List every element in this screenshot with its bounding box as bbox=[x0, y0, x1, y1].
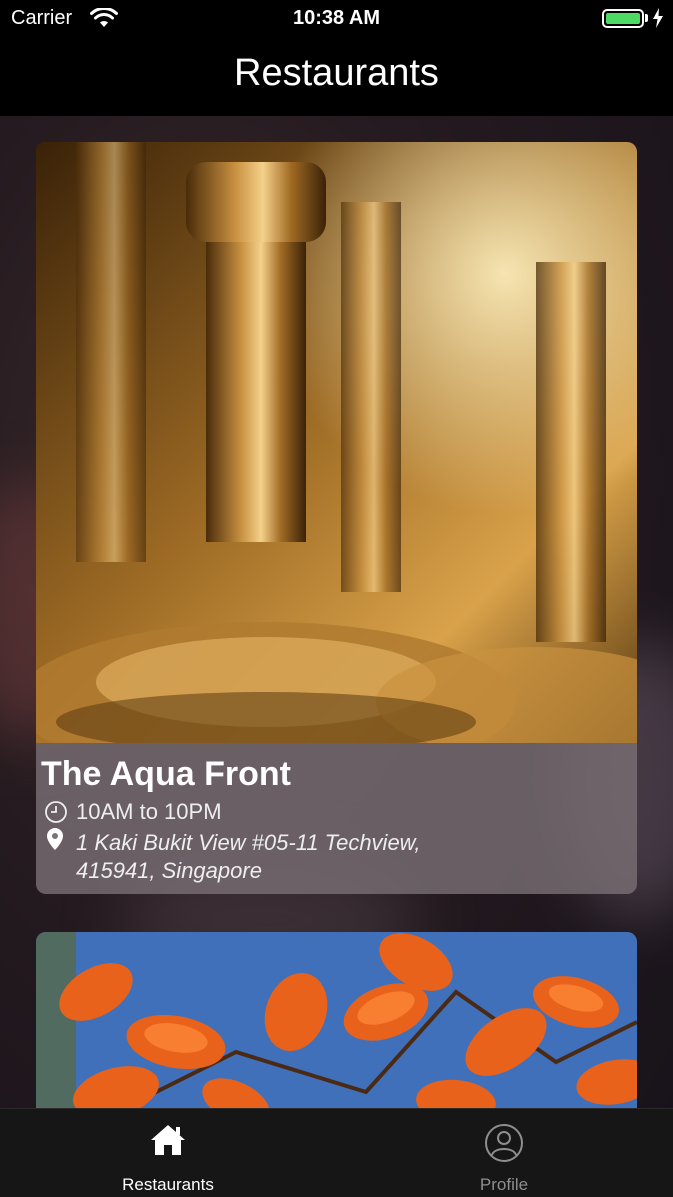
tab-bar: Restaurants Profile bbox=[0, 1108, 673, 1197]
clock-icon bbox=[45, 801, 67, 823]
home-icon bbox=[151, 1125, 185, 1155]
restaurant-card[interactable]: The Aqua Front 10AM to 10PM 1 Kaki Bukit… bbox=[36, 142, 637, 894]
restaurants-screen: Carrier 10:38 AM Restaurants The Aqua Fr… bbox=[0, 0, 673, 1197]
restaurant-photo bbox=[36, 932, 637, 1122]
tab-label: Profile bbox=[479, 1175, 529, 1194]
opening-hours: 10AM to 10PM bbox=[76, 799, 222, 824]
restaurant-photo bbox=[36, 142, 637, 743]
tab-label: Restaurants bbox=[122, 1175, 214, 1194]
restaurant-name: The Aqua Front bbox=[41, 755, 291, 793]
restaurant-card[interactable] bbox=[36, 932, 637, 1122]
tab-profile[interactable]: Profile bbox=[336, 1109, 672, 1197]
battery-icon bbox=[602, 9, 644, 28]
location-pin-icon bbox=[47, 828, 63, 850]
clock-time: 10:38 AM bbox=[292, 7, 381, 29]
restaurant-info-panel: The Aqua Front 10AM to 10PM 1 Kaki Bukit… bbox=[36, 743, 637, 894]
battery-cap bbox=[645, 14, 648, 22]
status-bar: Carrier 10:38 AM bbox=[0, 0, 673, 38]
battery-level-fill bbox=[606, 13, 640, 24]
profile-icon bbox=[485, 1124, 523, 1162]
navigation-bar: Restaurants bbox=[0, 38, 673, 116]
tab-restaurants[interactable]: Restaurants bbox=[0, 1109, 336, 1197]
restaurant-address: 1 Kaki Bukit View #05-11 Techview, 41594… bbox=[76, 830, 421, 883]
page-title: Restaurants bbox=[234, 52, 439, 94]
charging-bolt-icon bbox=[653, 8, 663, 28]
